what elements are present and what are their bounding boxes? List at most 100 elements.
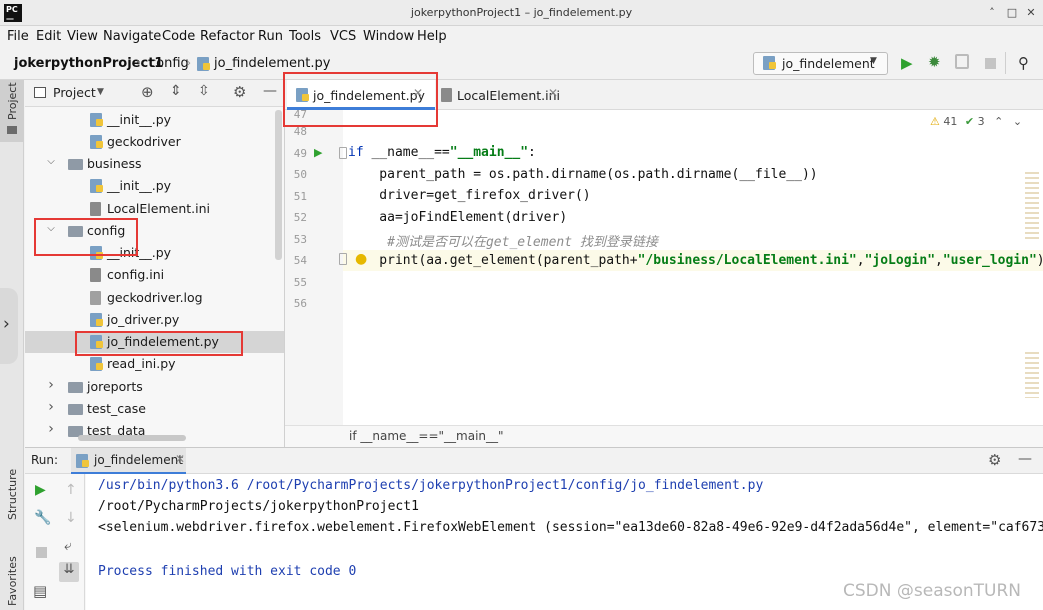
favorites-tool-label[interactable]: Favorites: [6, 556, 19, 606]
maximize-icon[interactable]: □: [1004, 5, 1020, 21]
menu-file[interactable]: File: [7, 29, 29, 44]
expand-all-icon[interactable]: ⇕: [170, 83, 182, 99]
run-label: Run:: [31, 453, 59, 467]
debug-icon[interactable]: ✹: [928, 53, 941, 71]
tree-item[interactable]: __init__.py: [25, 109, 284, 131]
tree-item[interactable]: geckodriver.log: [25, 287, 284, 309]
tree-item[interactable]: __init__.py: [25, 175, 284, 197]
collapse-panel-button[interactable]: ›: [0, 288, 18, 364]
tree-item-label: config.ini: [107, 267, 165, 282]
gear-icon[interactable]: ⚙: [988, 451, 1001, 469]
code-line-49[interactable]: if __name__=="__main__":: [348, 145, 536, 160]
hide-panel-icon[interactable]: —: [263, 83, 277, 99]
tree-item[interactable]: config.ini: [25, 264, 284, 286]
code-line-54[interactable]: print(aa.get_element(parent_path+"/busin…: [348, 253, 1043, 268]
menu-bar: File Edit View Navigate Code Refactor Ru…: [0, 26, 1043, 48]
menu-vcs[interactable]: VCS: [330, 29, 356, 44]
python-file-icon: [76, 454, 89, 468]
stop-icon[interactable]: [985, 58, 996, 69]
line-number-gutter: 47 48 49 50 51 52 53 54 55 56 ▶: [285, 108, 343, 425]
tab-local-element-ini[interactable]: LocalElement.ini ✕: [438, 80, 568, 110]
soft-wrap-icon[interactable]: ⤶: [64, 538, 72, 554]
project-view-label[interactable]: Project: [53, 85, 96, 100]
chevron-right-icon[interactable]: ›: [45, 421, 57, 437]
horizontal-scrollbar[interactable]: [78, 435, 186, 441]
run-gutter-icon[interactable]: ▶: [314, 146, 322, 159]
print-icon[interactable]: ▤: [33, 582, 47, 600]
previous-highlight-icon[interactable]: ⌃: [994, 115, 1003, 128]
code-line-53[interactable]: #测试是否可以在get_element 找到登录链接: [348, 231, 658, 250]
collapse-all-icon[interactable]: ⇳: [198, 83, 210, 99]
tree-item[interactable]: jo_driver.py: [25, 309, 284, 331]
tree-item-label: jo_driver.py: [107, 312, 180, 327]
structure-tool-label[interactable]: Structure: [6, 469, 19, 520]
vertical-scrollbar[interactable]: [275, 110, 282, 260]
menu-help[interactable]: Help: [417, 29, 447, 44]
tree-item-label: geckodriver.log: [107, 290, 203, 305]
navigation-bar: jokerpythonProject1 › config › jo_findel…: [0, 48, 1043, 80]
close-icon[interactable]: ✕: [175, 452, 185, 466]
menu-run[interactable]: Run: [258, 29, 283, 44]
stop-icon[interactable]: [36, 547, 47, 558]
chevron-down-icon[interactable]: ▼: [97, 87, 104, 97]
tree-item-label: business: [87, 156, 142, 171]
close-icon[interactable]: ✕: [1023, 5, 1039, 21]
code-line-50[interactable]: parent_path = os.path.dirname(os.path.di…: [348, 167, 817, 182]
wrench-icon[interactable]: 🔧: [34, 510, 51, 526]
next-highlight-icon[interactable]: ⌄: [1013, 115, 1022, 128]
run-panel-header: Run: jo_findelement ✕ ⚙ —: [25, 448, 1043, 474]
code-editor: jo_findelement.py ✕ LocalElement.ini ✕ 4…: [285, 80, 1043, 447]
tree-item[interactable]: ⌵ business: [25, 153, 284, 175]
chevron-down-icon[interactable]: ⌵: [45, 156, 57, 167]
rerun-icon[interactable]: ▶: [35, 482, 46, 498]
chevron-right-icon[interactable]: ›: [45, 377, 57, 393]
folder-icon: [7, 126, 17, 134]
run-tab[interactable]: jo_findelement ✕: [71, 448, 186, 474]
editor-breadcrumb-bar: if __name__=="__main__": [285, 425, 1043, 447]
menu-code[interactable]: Code: [162, 29, 195, 44]
code-line-52[interactable]: aa=joFindElement(driver): [348, 210, 567, 225]
tree-item[interactable]: LocalElement.ini: [25, 198, 284, 220]
menu-edit[interactable]: Edit: [36, 29, 61, 44]
close-icon[interactable]: ✕: [548, 86, 558, 100]
menu-window[interactable]: Window: [363, 29, 414, 44]
breadcrumb-config[interactable]: config: [149, 56, 189, 71]
fold-marker-icon[interactable]: [339, 147, 347, 159]
code-line-51[interactable]: driver=get_firefox_driver(): [348, 188, 590, 203]
scroll-to-end-icon[interactable]: ⇊: [59, 562, 79, 582]
scroll-down-icon[interactable]: ↓: [65, 510, 77, 526]
menu-view[interactable]: View: [67, 29, 98, 44]
chevron-right-icon[interactable]: ›: [45, 399, 57, 415]
window-title: jokerpythonProject1 – jo_findelement.py: [410, 6, 633, 19]
tree-item[interactable]: read_ini.py: [25, 353, 284, 375]
highlight-box-tab: [283, 72, 438, 127]
inspections-widget[interactable]: ⚠ 41 ✔ 3 ⌃ ⌄: [930, 115, 1022, 131]
warning-icon: ⚠: [930, 115, 940, 128]
project-tool-button[interactable]: Project: [0, 80, 24, 142]
python-file-icon: [90, 135, 103, 149]
search-icon[interactable]: ⚲: [1018, 54, 1029, 72]
fold-marker-icon[interactable]: [339, 253, 347, 265]
gear-icon[interactable]: ⚙: [233, 83, 246, 101]
file-icon: [90, 202, 101, 216]
python-file-icon: [90, 313, 103, 327]
hide-panel-icon[interactable]: —: [1018, 451, 1032, 467]
run-configuration-label: jo_findelement: [782, 56, 875, 71]
tree-item[interactable]: geckodriver: [25, 131, 284, 153]
menu-refactor[interactable]: Refactor: [200, 29, 255, 44]
breadcrumb-file[interactable]: jo_findelement.py: [214, 56, 330, 71]
chevron-down-icon: ▼: [870, 56, 877, 66]
line-number: 49: [293, 147, 307, 160]
tree-item[interactable]: › joreports: [25, 376, 284, 398]
menu-tools[interactable]: Tools: [289, 29, 321, 44]
tree-item[interactable]: › test_case: [25, 398, 284, 420]
coverage-icon[interactable]: [955, 54, 969, 69]
menu-navigate[interactable]: Navigate: [103, 29, 161, 44]
run-icon[interactable]: ▶: [901, 54, 913, 72]
editor-breadcrumb[interactable]: if __name__=="__main__": [349, 429, 504, 443]
locate-icon[interactable]: ⊕: [141, 83, 154, 101]
minimize-icon[interactable]: ˄: [984, 5, 1000, 21]
scroll-up-icon[interactable]: ↑: [65, 482, 77, 498]
console-line-exit: Process finished with exit code 0: [98, 564, 357, 579]
run-configuration-select[interactable]: jo_findelement ▼: [753, 52, 888, 75]
